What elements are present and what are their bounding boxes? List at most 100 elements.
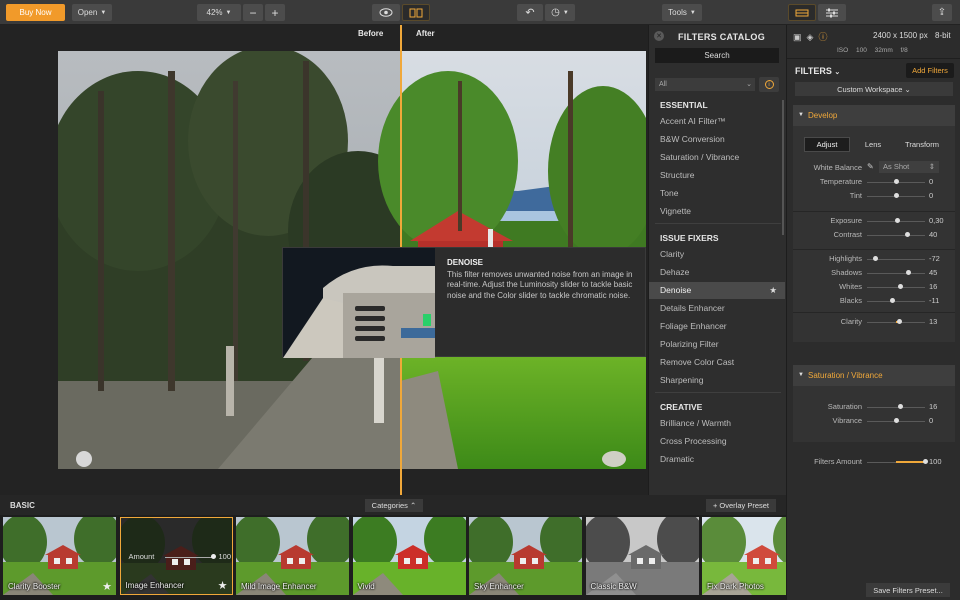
image-canvas[interactable]: Before After DENOISE This filter removes… <box>0 25 648 495</box>
star-icon[interactable]: ★ <box>218 579 228 592</box>
eyedropper-icon[interactable]: ✎ <box>867 162 874 171</box>
tab-adjust[interactable]: Adjust <box>804 137 850 152</box>
slider-track[interactable] <box>867 235 925 236</box>
catalog-item-label: Dramatic <box>660 454 695 464</box>
preset-thumbnail[interactable]: Vivid <box>352 517 466 595</box>
info-icon[interactable]: ⓘ <box>818 32 827 42</box>
layers-icon[interactable]: ◈ <box>807 32 814 42</box>
zoom-select[interactable]: 42% ▼ <box>197 4 241 21</box>
slider-exposure[interactable]: Exposure 0,30 <box>793 216 955 228</box>
tab-transform[interactable]: Transform <box>896 137 948 152</box>
buy-now-button[interactable]: Buy Now <box>6 4 65 21</box>
preset-amount-slider[interactable]: Amount 100 <box>129 552 232 564</box>
save-filters-preset-button[interactable]: Save Filters Preset... <box>866 583 950 597</box>
catalog-search-input[interactable]: Search <box>655 48 779 63</box>
catalog-item[interactable]: Accent AI Filter™ <box>649 113 785 130</box>
catalog-item[interactable]: Saturation / Vibrance <box>649 149 785 166</box>
slider-filters-amount[interactable]: Filters Amount 100 <box>793 457 955 469</box>
share-button[interactable]: ⇪ <box>932 4 952 21</box>
catalog-item[interactable]: Cross Processing <box>649 433 785 450</box>
slider-blacks[interactable]: Blacks -11 <box>793 296 955 308</box>
slider-track[interactable] <box>867 301 925 302</box>
slider-temperature[interactable]: Temperature 0 <box>793 177 955 189</box>
catalog-item[interactable]: Remove Color Cast <box>649 354 785 371</box>
catalog-item[interactable]: Polarizing Filter <box>649 336 785 353</box>
slider-track[interactable] <box>867 407 925 408</box>
add-filters-button[interactable]: Add Filters <box>906 63 954 78</box>
categories-button[interactable]: Categories ⌃ <box>365 499 423 512</box>
star-icon[interactable]: ★ <box>102 580 112 593</box>
history-button[interactable]: ◷ ▼ <box>545 4 575 21</box>
saturation-group-body <box>793 386 955 442</box>
filters-panel-button[interactable] <box>788 4 816 21</box>
slider-vibrance[interactable]: Vibrance 0 <box>793 416 955 428</box>
slider-saturation[interactable]: Saturation 16 <box>793 402 955 414</box>
slider-knob[interactable] <box>210 554 216 559</box>
slider-knob[interactable] <box>898 284 904 289</box>
slider-tint[interactable]: Tint 0 <box>793 191 955 203</box>
preset-thumbnail[interactable]: Mild Image Enhancer <box>236 517 349 595</box>
slider-knob[interactable] <box>894 218 900 223</box>
preset-thumbnail[interactable]: Image Enhancer ★ Amount 100 <box>119 517 233 595</box>
slider-track[interactable] <box>867 287 925 288</box>
filters-menu[interactable]: FILTERS ⌄ <box>795 66 840 76</box>
tools-menu[interactable]: Tools ▼ <box>662 4 702 21</box>
catalog-filter-select[interactable]: All ⌄ <box>655 78 755 91</box>
slider-knob[interactable] <box>896 319 902 324</box>
catalog-scrollbar[interactable] <box>782 100 784 235</box>
zoom-out-button[interactable]: − <box>243 4 263 21</box>
slider-knob[interactable] <box>872 256 878 261</box>
split-view-button[interactable] <box>402 4 430 21</box>
preset-thumbnail[interactable]: Classic B&W <box>585 517 699 595</box>
catalog-section-title: CREATIVE <box>660 402 703 412</box>
exif-info: ISO 100 32mm f/8 <box>837 47 908 54</box>
catalog-item[interactable]: Dehaze <box>649 264 785 281</box>
slider-knob[interactable] <box>893 418 899 423</box>
develop-group-header[interactable]: ▼ Develop <box>793 105 955 126</box>
white-balance-select[interactable]: As Shot ⇕ <box>879 161 939 173</box>
catalog-item[interactable]: Structure <box>649 167 785 184</box>
slider-shadows[interactable]: Shadows 45 <box>793 268 955 280</box>
tab-lens[interactable]: Lens <box>850 137 896 152</box>
slider-knob[interactable] <box>893 179 899 184</box>
open-button[interactable]: Open ▼ <box>72 4 112 21</box>
catalog-item[interactable]: Clarity <box>649 246 785 263</box>
slider-knob[interactable] <box>893 193 899 198</box>
workspace-select[interactable]: Custom Workspace ⌄ <box>795 82 953 96</box>
preset-thumbnail[interactable]: Sky Enhancer <box>469 517 582 595</box>
info-button[interactable]: i <box>759 77 779 92</box>
slider-clarity[interactable]: Clarity 13 <box>793 317 955 329</box>
slider-track[interactable] <box>867 273 925 274</box>
preset-thumbnail[interactable]: Fix Dark Photos <box>702 517 786 595</box>
slider-label: Highlights <box>829 254 862 263</box>
adjustments-button[interactable] <box>818 4 846 21</box>
catalog-item[interactable]: Tone <box>649 185 785 202</box>
catalog-item[interactable]: Details Enhancer <box>649 300 785 317</box>
catalog-item[interactable]: B&W Conversion <box>649 131 785 148</box>
preset-thumbnail[interactable]: Clarity Booster ★ <box>3 517 116 595</box>
image-icon[interactable]: ▣ <box>793 32 802 42</box>
overlay-preset-button[interactable]: + Overlay Preset <box>706 499 776 512</box>
undo-button[interactable]: ↶ <box>517 4 543 21</box>
slider-knob[interactable] <box>905 232 911 237</box>
slider-knob[interactable] <box>906 270 912 275</box>
slider-knob[interactable] <box>898 404 904 409</box>
slider-knob[interactable] <box>922 459 928 464</box>
slider-whites[interactable]: Whites 16 <box>793 282 955 294</box>
close-icon[interactable]: ✕ <box>654 31 664 41</box>
catalog-item[interactable]: Denoise ★ <box>649 282 785 299</box>
catalog-item[interactable]: Vignette <box>649 203 785 220</box>
zoom-in-button[interactable]: + <box>265 4 285 21</box>
preview-toggle-button[interactable] <box>372 4 400 21</box>
star-icon[interactable]: ★ <box>769 282 777 299</box>
slider-label: Whites <box>839 282 862 291</box>
catalog-item[interactable]: Foliage Enhancer <box>649 318 785 335</box>
slider-track[interactable] <box>164 557 213 558</box>
saturation-group-header[interactable]: ▼ Saturation / Vibrance <box>793 365 955 386</box>
slider-knob[interactable] <box>890 298 896 303</box>
catalog-item[interactable]: Dramatic <box>649 451 785 468</box>
slider-contrast[interactable]: Contrast 40 <box>793 230 955 242</box>
catalog-item[interactable]: Sharpening <box>649 372 785 389</box>
catalog-item[interactable]: Brilliance / Warmth <box>649 415 785 432</box>
slider-highlights[interactable]: Highlights -72 <box>793 254 955 266</box>
